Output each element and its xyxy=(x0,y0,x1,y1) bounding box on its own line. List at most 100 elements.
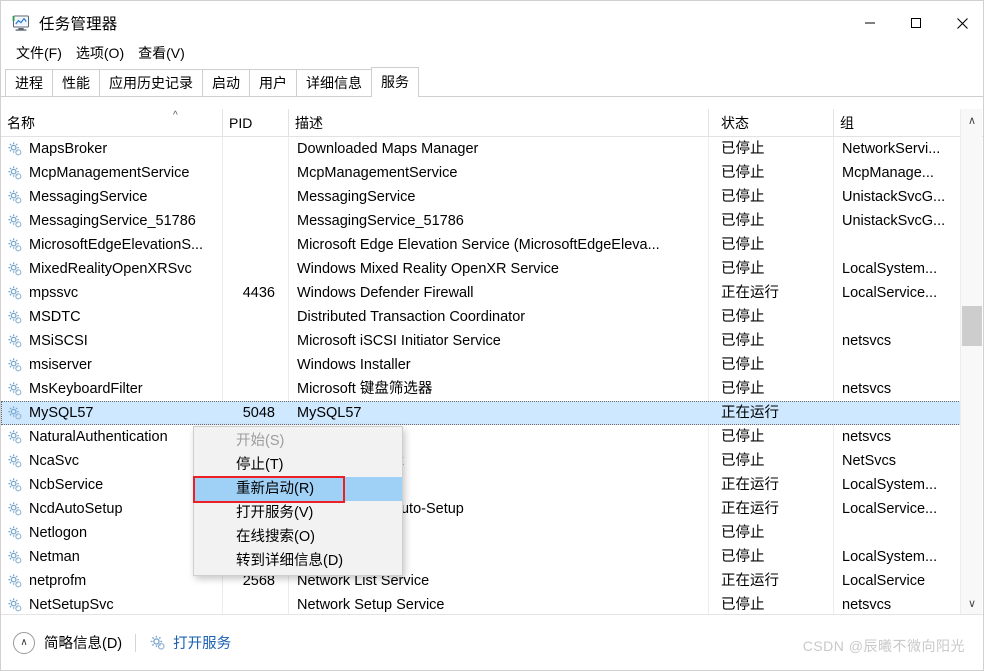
cell-pid xyxy=(223,209,289,233)
tab-processes[interactable]: 进程 xyxy=(5,69,53,97)
table-row[interactable]: MicrosoftEdgeElevationS... Microsoft Edge… xyxy=(1,233,961,257)
column-header-status[interactable]: 状态 xyxy=(709,109,834,137)
cell-name: MSDTC xyxy=(29,309,81,325)
cell-pid xyxy=(223,161,289,185)
cell-status: 已停止 xyxy=(721,357,765,373)
cell-status: 已停止 xyxy=(721,141,765,157)
table-row[interactable]: MSiSCSI Microsoft iSCSI Initiator Service… xyxy=(1,329,961,353)
status-bar-separator xyxy=(135,633,137,652)
table-row[interactable]: MapsBroker Downloaded Maps Manager 已停止 Netw… xyxy=(1,137,961,161)
cell-description: Network Setup Service xyxy=(297,597,445,613)
cell-name: MessagingService xyxy=(29,189,148,205)
cell-group xyxy=(834,233,961,257)
collapse-chevron-icon[interactable]: ∧ xyxy=(13,631,35,654)
tab-strip: 进程 性能 应用历史记录 启动 用户 详细信息 服务 xyxy=(1,67,983,97)
cell-pid xyxy=(223,329,289,353)
tab-details[interactable]: 详细信息 xyxy=(296,69,372,97)
context-menu-item[interactable]: 打开服务(V) xyxy=(194,501,402,525)
vertical-scrollbar[interactable]: ∧ ∨ xyxy=(960,109,982,614)
gear-icon xyxy=(150,635,165,650)
cell-name: Netman xyxy=(29,549,80,565)
tab-underline xyxy=(1,96,983,97)
tab-users[interactable]: 用户 xyxy=(249,69,297,97)
cell-group: LocalSystem... xyxy=(842,261,938,277)
table-row[interactable]: NetSetupSvc Network Setup Service 已停止 netsv… xyxy=(1,593,961,614)
cell-name: NetSetupSvc xyxy=(29,597,114,613)
cell-group: netsvcs xyxy=(842,381,892,397)
cell-pid xyxy=(223,137,289,161)
watermark: CSDN @辰曦不微向阳光 xyxy=(802,638,965,654)
cell-name: MicrosoftEdgeElevationS... xyxy=(29,237,204,253)
table-row[interactable]: msiserver Windows Installer 已停止 xyxy=(1,353,961,377)
table-row[interactable]: MessagingService_51786 MessagingService_5… xyxy=(1,209,961,233)
task-manager-icon xyxy=(12,15,30,31)
table-row[interactable]: MsKeyboardFilter Microsoft 键盘筛选器 已停止 netsvc… xyxy=(1,377,961,401)
tab-performance[interactable]: 性能 xyxy=(52,69,100,97)
cell-group: LocalService xyxy=(842,573,926,589)
cell-pid xyxy=(223,257,289,281)
menu-bar: 文件(F) 选项(O) 查看(V) xyxy=(1,41,983,65)
cell-status: 已停止 xyxy=(721,429,765,445)
cell-pid: 5048 xyxy=(242,405,275,421)
table-row[interactable]: McpManagementService McpManagementService… xyxy=(1,161,961,185)
column-header-pid[interactable]: PID xyxy=(223,109,289,137)
cell-name: mpssvc xyxy=(29,285,79,301)
table-row[interactable]: Netmanections已停止LocalSystem... xyxy=(1,545,961,569)
tab-startup[interactable]: 启动 xyxy=(202,69,250,97)
cell-description: Microsoft iSCSI Initiator Service xyxy=(297,333,501,349)
table-row[interactable]: MySQL57 5048 MySQL57 正在运行 xyxy=(1,401,961,425)
tab-services[interactable]: 服务 xyxy=(371,67,419,97)
cell-pid xyxy=(223,233,289,257)
cell-pid xyxy=(223,377,289,401)
menu-options[interactable]: 选项(O) xyxy=(69,42,131,64)
minimize-button[interactable] xyxy=(847,1,893,45)
table-row[interactable]: MessagingService MessagingService 已停止 Unist… xyxy=(1,185,961,209)
cell-description: Microsoft 键盘筛选器 xyxy=(297,381,433,397)
scroll-down-button[interactable]: ∨ xyxy=(961,592,983,614)
cell-name: msiserver xyxy=(29,357,92,373)
table-row[interactable]: netprofm 2568 Network List Service 正在运行 Loca… xyxy=(1,569,961,593)
cell-status: 正在运行 xyxy=(721,573,779,589)
table-row[interactable]: NaturalAuthentication 已停止 netsvcs xyxy=(1,425,961,449)
scrollbar-thumb[interactable] xyxy=(962,306,982,346)
cell-group: LocalService... xyxy=(842,501,938,517)
cell-group: netsvcs xyxy=(842,333,892,349)
cell-status: 已停止 xyxy=(721,213,765,229)
fewer-details-label[interactable]: 简略信息(D) xyxy=(44,632,122,653)
cell-group: UnistackSvcG... xyxy=(842,189,946,205)
table-row[interactable]: Netlogon 已停止 xyxy=(1,521,961,545)
column-header-name[interactable]: 名称 ^ xyxy=(1,109,223,137)
table-row[interactable]: MixedRealityOpenXRSvc Windows Mixed Reali… xyxy=(1,257,961,281)
cell-status: 已停止 xyxy=(721,597,765,613)
table-row[interactable]: MSDTC Distributed Transaction Coordinator… xyxy=(1,305,961,329)
menu-file[interactable]: 文件(F) xyxy=(9,42,69,64)
column-header-group[interactable]: 组 xyxy=(834,109,961,137)
cell-name: McpManagementService xyxy=(29,165,190,181)
close-button[interactable] xyxy=(939,1,983,45)
context-menu-item[interactable]: 重新启动(R) xyxy=(194,477,402,501)
cell-group: UnistackSvcG... xyxy=(842,213,946,229)
tab-app-history[interactable]: 应用历史记录 xyxy=(99,69,203,97)
table-row[interactable]: NcbServiceection Broker正在运行LocalSystem..… xyxy=(1,473,961,497)
cell-description: Windows Defender Firewall xyxy=(297,285,474,301)
cell-group xyxy=(834,305,961,329)
table-row[interactable]: NcdAutoSetupected Devices Auto-Setup正在运行… xyxy=(1,497,961,521)
open-services-link[interactable]: 打开服务 xyxy=(173,632,231,653)
context-menu-item[interactable]: 停止(T) xyxy=(194,453,402,477)
cell-pid xyxy=(223,353,289,377)
cell-name: NcaSvc xyxy=(29,453,79,469)
table-row[interactable]: NcaSvcectivity Assistant已停止NetSvcs xyxy=(1,449,961,473)
menu-view[interactable]: 查看(V) xyxy=(131,42,192,64)
maximize-button[interactable] xyxy=(893,1,939,45)
column-header-description[interactable]: 描述 xyxy=(289,109,709,137)
window-controls xyxy=(847,1,983,45)
column-header-name-label: 名称 xyxy=(7,115,35,131)
cell-status: 已停止 xyxy=(721,237,765,253)
table-row[interactable]: mpssvc 4436 Windows Defender Firewall 正在运行 L… xyxy=(1,281,961,305)
cell-name: MessagingService_51786 xyxy=(29,213,196,229)
scroll-up-button[interactable]: ∧ xyxy=(961,109,983,131)
table-header: 名称 ^ PID 描述 状态 组 xyxy=(1,109,983,137)
cell-pid xyxy=(223,593,289,614)
context-menu-item[interactable]: 转到详细信息(D) xyxy=(194,549,402,573)
context-menu-item[interactable]: 在线搜索(O) xyxy=(194,525,402,549)
